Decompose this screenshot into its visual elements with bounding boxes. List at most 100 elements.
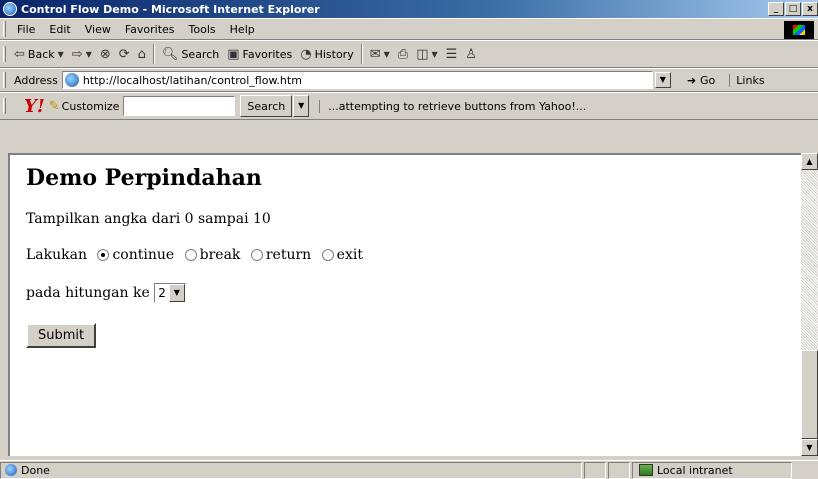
radio-continue[interactable] xyxy=(97,249,110,261)
messenger-button[interactable]: ♙ xyxy=(461,43,481,65)
stop-icon: ⊗ xyxy=(99,46,111,62)
menu-help[interactable]: Help xyxy=(223,23,262,36)
action-label: Lakukan xyxy=(26,247,87,263)
chevron-down-icon: ▼ xyxy=(168,284,185,302)
count-row: pada hitungan ke 2 ▼ xyxy=(26,283,801,303)
yahoo-logo-icon[interactable]: Y! xyxy=(24,96,45,117)
home-button[interactable]: ⌂ xyxy=(134,43,150,65)
favorites-label: Favorites xyxy=(242,47,293,61)
count-select[interactable]: 2 ▼ xyxy=(154,283,186,303)
forward-arrow-icon: ⇨ xyxy=(71,46,83,62)
toolbar-grip[interactable] xyxy=(3,46,6,62)
menu-file[interactable]: File xyxy=(10,23,42,36)
back-button[interactable]: ⇦ Back ▼ xyxy=(10,43,68,65)
option-exit-label: exit xyxy=(336,247,363,263)
back-arrow-icon: ⇦ xyxy=(14,46,25,62)
links-toolbar[interactable]: Links xyxy=(729,73,765,87)
count-value: 2 xyxy=(158,286,166,300)
menu-tools[interactable]: Tools xyxy=(182,23,223,36)
address-dropdown-button[interactable]: ▼ xyxy=(654,72,671,88)
menu-view[interactable]: View xyxy=(78,23,118,36)
forward-button[interactable]: ⇨ ▼ xyxy=(68,43,96,65)
go-arrow-icon: ➜ xyxy=(686,73,697,87)
yahoo-search-dropdown[interactable]: ▼ xyxy=(293,95,310,117)
count-label: pada hitungan ke xyxy=(26,285,150,301)
history-label: History xyxy=(314,47,354,61)
menu-edit[interactable]: Edit xyxy=(42,23,77,36)
scroll-down-button[interactable]: ▼ xyxy=(801,439,818,456)
page-icon xyxy=(64,73,79,87)
vertical-scrollbar[interactable]: ▲ ▼ xyxy=(801,153,818,456)
dropdown-icon: ▼ xyxy=(383,49,390,59)
page-content: Demo Perpindahan Tampilkan angka dari 0 … xyxy=(10,155,801,348)
dropdown-icon: ▼ xyxy=(85,49,92,59)
toolbar-grip[interactable] xyxy=(3,72,6,88)
address-url: http://localhost/latihan/control_flow.ht… xyxy=(82,73,302,87)
history-button[interactable]: ◔ History xyxy=(296,43,357,65)
back-label: Back xyxy=(27,47,55,61)
close-button[interactable]: x xyxy=(802,2,818,16)
toolbar-grip[interactable] xyxy=(3,21,6,37)
discuss-icon: ☰ xyxy=(445,46,458,62)
radio-break[interactable] xyxy=(184,249,197,261)
menu-bar: File Edit View Favorites Tools Help xyxy=(0,18,818,40)
radio-return[interactable] xyxy=(250,249,263,261)
page-heading: Demo Perpindahan xyxy=(26,165,262,191)
print-icon: ⎙ xyxy=(397,46,409,62)
title-bar: Control Flow Demo - Microsoft Internet E… xyxy=(0,0,818,18)
favorites-button[interactable]: ▣ Favorites xyxy=(223,43,296,65)
search-button[interactable]: 🔍︎ Search xyxy=(158,43,223,65)
standard-toolbar: ⇦ Back ▼ ⇨ ▼ ⊗ ⟳ ⌂ 🔍︎ Search ▣ Favorites… xyxy=(0,40,818,68)
window-title: Control Flow Demo - Microsoft Internet E… xyxy=(21,2,320,16)
intranet-zone-icon xyxy=(639,464,653,476)
action-row: Lakukan continue break return exit xyxy=(26,247,801,263)
option-break-label: break xyxy=(199,247,241,263)
status-cell xyxy=(584,461,606,479)
separator xyxy=(360,44,363,64)
toolbar-grip[interactable] xyxy=(3,98,6,114)
submit-button[interactable]: Submit xyxy=(26,323,97,348)
scroll-thumb[interactable] xyxy=(801,350,818,439)
address-bar: Address http://localhost/latihan/control… xyxy=(0,68,818,92)
print-button[interactable]: ⎙ xyxy=(394,43,412,65)
mail-button[interactable]: ✉ ▼ xyxy=(366,43,394,65)
yahoo-toolbar: Y! ✎ Customize Search ▼ ...attempting to… xyxy=(0,92,818,120)
dropdown-icon: ▼ xyxy=(57,49,64,59)
stop-button[interactable]: ⊗ xyxy=(96,43,115,65)
go-button[interactable]: ➜ Go xyxy=(681,74,721,87)
dropdown-icon: ▼ xyxy=(431,49,438,59)
page-viewport: Demo Perpindahan Tampilkan angka dari 0 … xyxy=(8,153,801,456)
address-input[interactable]: http://localhost/latihan/control_flow.ht… xyxy=(61,71,653,89)
menu-favorites[interactable]: Favorites xyxy=(118,23,182,36)
ie-icon xyxy=(3,2,17,16)
edit-button[interactable]: ◫ ▼ xyxy=(412,43,441,65)
refresh-icon: ⟳ xyxy=(118,46,130,62)
yahoo-search-button[interactable]: Search xyxy=(240,95,293,117)
status-cell xyxy=(608,461,630,479)
go-label: Go xyxy=(700,73,716,87)
home-icon: ⌂ xyxy=(137,46,146,62)
intro-text: Tampilkan angka dari 0 sampai 10 xyxy=(26,211,271,227)
scroll-up-button[interactable]: ▲ xyxy=(801,153,818,170)
history-icon: ◔ xyxy=(300,46,312,62)
search-icon: 🔍︎ xyxy=(161,46,179,62)
address-label: Address xyxy=(14,73,58,87)
favorites-icon: ▣ xyxy=(227,46,240,62)
refresh-button[interactable]: ⟳ xyxy=(115,43,134,65)
security-zone: Local intranet xyxy=(632,461,792,479)
minimize-button[interactable]: _ xyxy=(768,2,784,16)
messenger-icon: ♙ xyxy=(465,46,477,62)
option-continue-label: continue xyxy=(112,247,175,263)
mail-icon: ✉ xyxy=(369,46,381,62)
status-text: Done xyxy=(21,463,50,477)
edit-icon: ◫ xyxy=(416,46,429,62)
customize-button[interactable]: Customize xyxy=(62,100,120,113)
pencil-icon: ✎ xyxy=(48,98,60,114)
maximize-button[interactable]: □ xyxy=(785,2,801,16)
yahoo-status-text: ...attempting to retrieve buttons from Y… xyxy=(319,99,586,113)
status-bar: Done Local intranet xyxy=(0,460,818,479)
radio-exit[interactable] xyxy=(321,249,334,261)
page-icon xyxy=(5,464,17,476)
yahoo-search-input[interactable] xyxy=(123,96,236,116)
discuss-button[interactable]: ☰ xyxy=(442,43,462,65)
